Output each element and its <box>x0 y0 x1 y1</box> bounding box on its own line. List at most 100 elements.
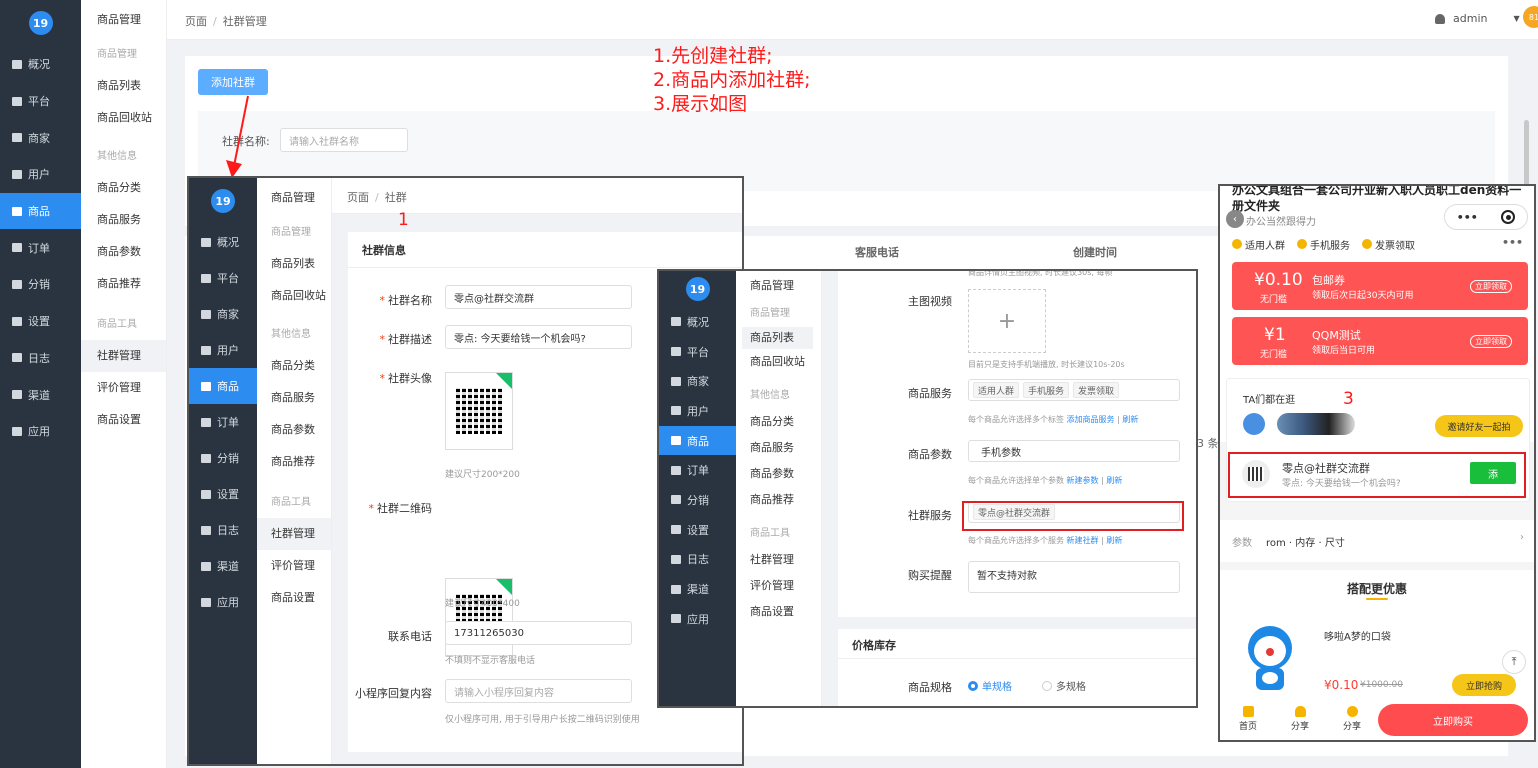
service-tag[interactable]: 适用人群 <box>973 382 1020 398</box>
p1-item-recycle[interactable]: 商品回收站 <box>257 280 331 312</box>
service-tag[interactable]: 手机服务 <box>1023 382 1070 398</box>
sidebar-item[interactable]: 用户 <box>0 156 81 193</box>
p1-item-service[interactable]: 商品服务 <box>257 382 331 414</box>
buy-now-button[interactable]: 立即购买 <box>1378 704 1528 736</box>
sidebar-item[interactable]: 日志 <box>659 545 736 575</box>
p1-name-input[interactable]: 零点@社群交流群 <box>445 285 632 309</box>
sidebar-item[interactable]: 渠道 <box>0 376 81 413</box>
sidebar-item[interactable]: 应用 <box>189 584 257 620</box>
breadcrumb-page[interactable]: 页面 <box>185 15 207 28</box>
product-image[interactable] <box>1242 626 1298 692</box>
back-to-top-icon[interactable]: ⤒ <box>1502 650 1526 674</box>
p1-reply-input[interactable]: 请输入小程序回复内容 <box>445 679 632 703</box>
sidebar-item[interactable]: 设置 <box>0 303 81 340</box>
submenu-item-service[interactable]: 商品服务 <box>81 204 166 236</box>
sidebar-item[interactable]: 用户 <box>189 332 257 368</box>
submenu-item-goods-list[interactable]: 商品列表 <box>81 70 166 102</box>
sidebar-item[interactable]: 应用 <box>659 604 736 634</box>
sidebar-item[interactable]: 用户 <box>659 396 736 426</box>
p2-item-recycle[interactable]: 商品回收站 <box>736 349 821 375</box>
sidebar-item[interactable]: 商品 <box>0 192 81 230</box>
sidebar-item[interactable]: 平台 <box>189 260 257 296</box>
p2-item-category[interactable]: 商品分类 <box>736 409 821 435</box>
sidebar-item[interactable]: 商家 <box>659 366 736 396</box>
sidebar-item[interactable]: 商品 <box>659 425 736 456</box>
submenu-item-recommend[interactable]: 商品推荐 <box>81 268 166 300</box>
target-icon[interactable] <box>1501 210 1516 224</box>
add-community-button[interactable]: 添 <box>1470 462 1516 484</box>
p1-avatar-upload[interactable] <box>445 372 513 450</box>
notification-badge[interactable]: 81 <box>1523 6 1538 28</box>
coupon-1-button[interactable]: 立即领取 <box>1470 280 1512 293</box>
new-param-link[interactable]: 新建参数 <box>1067 476 1099 485</box>
p1-item-param[interactable]: 商品参数 <box>257 414 331 446</box>
p2-item-param[interactable]: 商品参数 <box>736 461 821 487</box>
p1-breadcrumb-page[interactable]: 页面 <box>347 191 369 204</box>
capsule-menu[interactable]: ••• <box>1444 204 1528 230</box>
refresh-link[interactable]: 刷新 <box>1106 476 1122 485</box>
sidebar-item[interactable]: 商家 <box>189 296 257 332</box>
service-tag[interactable]: 发票领取 <box>1073 382 1120 398</box>
p1-item-category[interactable]: 商品分类 <box>257 350 331 382</box>
sidebar-item[interactable]: 平台 <box>659 337 736 367</box>
buy-now-small-button[interactable]: 立即抢购 <box>1452 674 1516 696</box>
more-icon[interactable]: ••• <box>1457 211 1478 224</box>
search-input[interactable]: 请输入社群名称 <box>280 128 408 152</box>
p1-item-settings[interactable]: 商品设置 <box>257 582 331 614</box>
radio-multi[interactable]: 多规格 <box>1042 678 1086 693</box>
p1-item-community[interactable]: 社群管理 <box>257 518 331 550</box>
plus-icon[interactable]: + <box>968 289 1046 353</box>
refresh-link[interactable]: 刷新 <box>1106 536 1122 545</box>
add-service-link[interactable]: 添加商品服务 <box>1067 415 1115 424</box>
sidebar-item[interactable]: 平台 <box>0 83 81 120</box>
sidebar-item[interactable]: 渠道 <box>189 548 257 584</box>
new-community-link[interactable]: 新建社群 <box>1067 536 1099 545</box>
more-dots-icon[interactable]: ••• <box>1502 236 1523 249</box>
radio-single[interactable]: 单规格 <box>968 678 1012 693</box>
sidebar-item[interactable]: 订单 <box>189 404 257 440</box>
p1-desc-input[interactable]: 零点: 今天要给钱一个机会吗? <box>445 325 632 349</box>
sidebar-item[interactable]: 日志 <box>0 340 81 377</box>
bottom-share-1[interactable]: 分享 <box>1288 706 1312 732</box>
p2-item-service[interactable]: 商品服务 <box>736 435 821 461</box>
p1-item-recommend[interactable]: 商品推荐 <box>257 446 331 478</box>
p1-item-goods-list[interactable]: 商品列表 <box>257 248 331 280</box>
sidebar-item[interactable]: 应用 <box>0 413 81 450</box>
sidebar-item[interactable]: 日志 <box>189 512 257 548</box>
p2-param-select[interactable]: 手机参数 <box>968 440 1180 462</box>
submenu-item-review[interactable]: 评价管理 <box>81 372 166 404</box>
p2-item-community[interactable]: 社群管理 <box>736 547 821 573</box>
p1-phone-input[interactable]: 17311265030 <box>445 621 632 645</box>
sidebar-item[interactable]: 订单 <box>659 455 736 485</box>
user-menu[interactable]: admin ▼ <box>1435 12 1520 25</box>
back-icon[interactable]: ‹ <box>1226 210 1244 228</box>
sidebar-item[interactable]: 商家 <box>0 119 81 156</box>
submenu-item-settings[interactable]: 商品设置 <box>81 404 166 436</box>
submenu-item-community[interactable]: 社群管理 <box>81 340 166 372</box>
sidebar-item[interactable]: 概况 <box>659 307 736 337</box>
submenu-item-param[interactable]: 商品参数 <box>81 236 166 268</box>
p2-item-settings[interactable]: 商品设置 <box>736 599 821 625</box>
sidebar-item[interactable]: 分销 <box>659 485 736 515</box>
submenu-item-category[interactable]: 商品分类 <box>81 172 166 204</box>
submenu-item-recycle[interactable]: 商品回收站 <box>81 102 166 134</box>
invite-button[interactable]: 邀请好友一起拍 <box>1435 415 1523 437</box>
p2-item-goods-list[interactable]: 商品列表 <box>742 327 813 349</box>
sidebar-item[interactable]: 订单 <box>0 229 81 266</box>
sidebar-item[interactable]: 概况 <box>0 46 81 83</box>
sidebar-item[interactable]: 设置 <box>189 476 257 512</box>
bottom-home[interactable]: 首页 <box>1236 706 1260 732</box>
p2-remind-textarea[interactable]: 暂不支持对款 <box>968 561 1180 593</box>
p3-param-row[interactable]: 参数 rom · 内存 · 尺寸 › <box>1220 520 1534 562</box>
sidebar-item[interactable]: 概况 <box>189 224 257 260</box>
sidebar-item[interactable]: 分销 <box>189 440 257 476</box>
p2-item-review[interactable]: 评价管理 <box>736 573 821 599</box>
refresh-link[interactable]: 刷新 <box>1122 415 1138 424</box>
bottom-share-2[interactable]: 分享 <box>1340 706 1364 732</box>
sidebar-item[interactable]: 分销 <box>0 266 81 303</box>
p1-item-review[interactable]: 评价管理 <box>257 550 331 582</box>
p2-item-recommend[interactable]: 商品推荐 <box>736 487 821 513</box>
p2-service-select[interactable]: 适用人群 手机服务 发票领取 <box>968 379 1180 401</box>
sidebar-item[interactable]: 渠道 <box>659 574 736 604</box>
coupon-2-button[interactable]: 立即领取 <box>1470 335 1512 348</box>
